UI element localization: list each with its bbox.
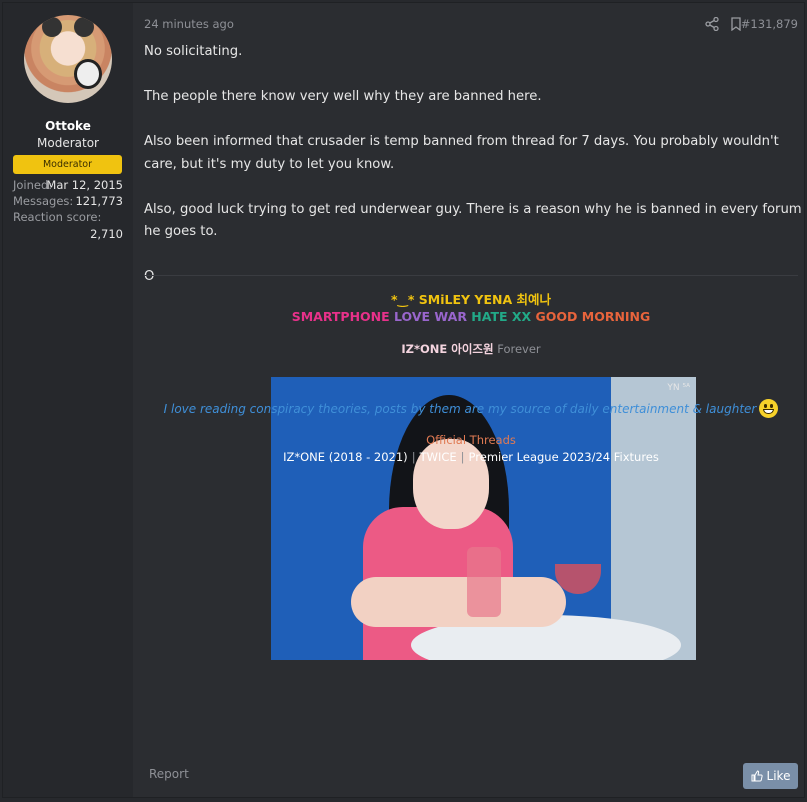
user-title: Moderator — [37, 136, 99, 150]
user-banner: Moderator — [13, 155, 122, 174]
stat-value[interactable]: 121,773 — [75, 194, 123, 208]
stat-messages: Messages: 121,773 — [13, 194, 123, 208]
stat-joined: Joined: Mar 12, 2015 — [13, 178, 123, 192]
post-paragraph: Also been informed that crusader is temp… — [144, 134, 779, 172]
avatar[interactable] — [24, 15, 112, 103]
signature-quote: I love reading conspiracy theories, post… — [144, 399, 798, 418]
like-button[interactable]: Like — [743, 763, 798, 789]
report-link[interactable]: Report — [149, 767, 189, 781]
signature: *‿* SMiLEY YENA 최예나 SMARTPHONE LOVE WAR … — [144, 289, 798, 660]
izone-label: IZ*ONE 아이즈원 — [401, 342, 494, 356]
avatar-ear — [42, 17, 62, 37]
signature-songs: SMARTPHONE LOVE WAR HATE XX GOOD MORNING — [144, 309, 798, 331]
link-premier-league[interactable]: Premier League 2023/24 Fixtures — [469, 450, 659, 464]
photo-watermark: YN ⁵ᴬ — [667, 383, 690, 393]
stat-value: Mar 12, 2015 — [46, 178, 123, 192]
post-number[interactable]: #131,879 — [741, 17, 798, 31]
thread-links: IZ*ONE (2018 - 2021) | TWICE | Premier Leagu… — [144, 450, 798, 464]
stat-label: Messages: — [13, 194, 74, 208]
divider: | — [460, 450, 465, 464]
photo-shape — [467, 547, 501, 617]
photo-shape — [351, 577, 566, 627]
avatar-plush — [74, 59, 102, 89]
official-threads-label: Official Threads — [426, 433, 516, 447]
grinning-emoji-icon — [759, 399, 779, 418]
link-twice[interactable]: TWICE — [420, 450, 457, 464]
signature-title: *‿* SMiLEY YENA 최예나 — [391, 292, 551, 307]
user-panel: Ottoke Moderator Moderator Joined: Mar 1… — [3, 3, 133, 797]
avatar-ear — [74, 17, 94, 37]
post-paragraph: No solicitating. — [144, 44, 243, 59]
post-main: 24 minutes ago #131,879 No solicitating.… — [133, 3, 804, 797]
divider: | — [411, 450, 416, 464]
post-paragraph: Also, good luck trying to get red underw… — [144, 201, 802, 240]
link-izone[interactable]: IZ*ONE (2018 - 2021) — [283, 450, 408, 464]
stat-label: Reaction score: — [13, 210, 102, 224]
username[interactable]: Ottoke — [3, 119, 133, 133]
forever-label: Forever — [493, 342, 541, 356]
share-icon[interactable] — [705, 17, 719, 31]
stat-value: 2,710 — [90, 227, 123, 241]
song-smartphone: SMARTPHONE — [291, 309, 390, 324]
post-time[interactable]: 24 minutes ago — [144, 17, 234, 31]
post-body: No solicitating. The people there know v… — [144, 41, 807, 311]
thumbs-up-icon — [751, 770, 763, 782]
song-hate-xx: HATE XX — [471, 309, 536, 324]
song-love-war: LOVE WAR — [389, 309, 472, 324]
signature-izone: IZ*ONE 아이즈원 Forever — [144, 341, 798, 361]
like-label: Like — [766, 769, 791, 783]
stat-reaction: Reaction score: — [13, 210, 123, 224]
quote-text: I love reading conspiracy theories, post… — [163, 402, 757, 416]
song-good-morning: GOOD MORNING — [535, 309, 651, 324]
signature-photo: YN ⁵ᴬ — [271, 377, 696, 660]
signature-divider — [144, 275, 798, 276]
forum-post: Ottoke Moderator Moderator Joined: Mar 1… — [2, 2, 805, 798]
post-paragraph: The people there know very well why they… — [144, 89, 542, 104]
post-paragraph: O — [144, 269, 155, 284]
